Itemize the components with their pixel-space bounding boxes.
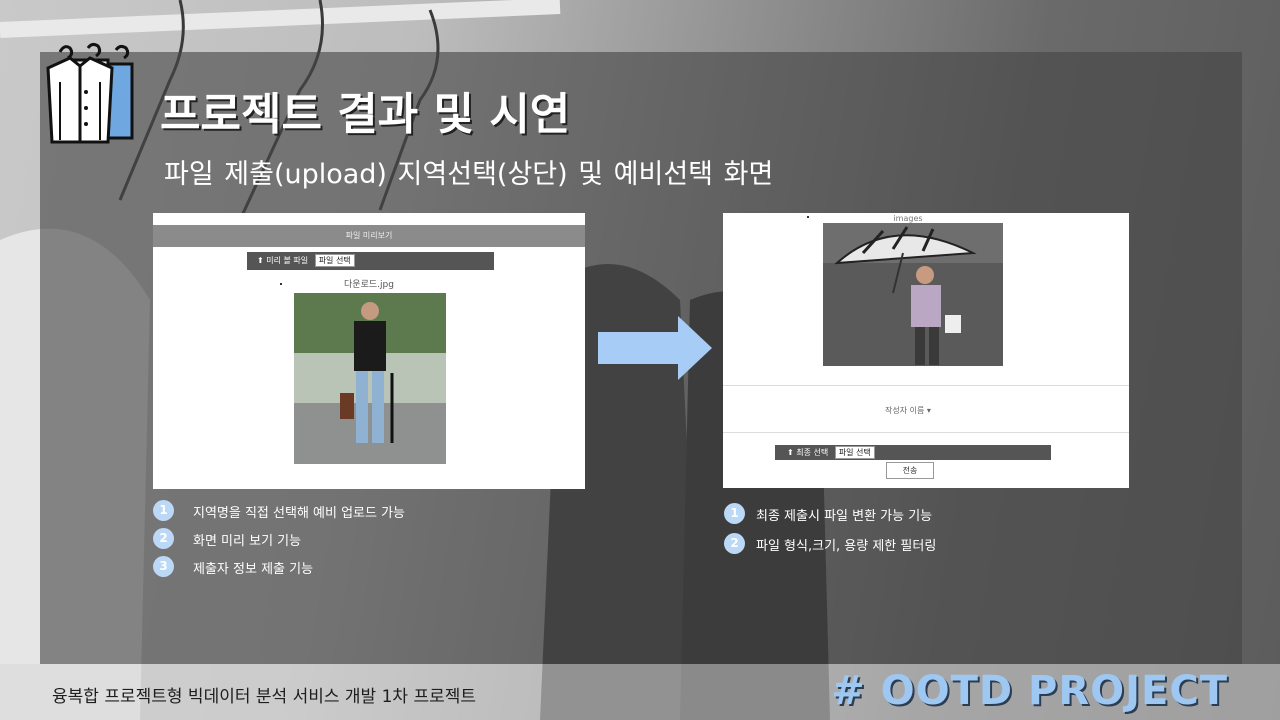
preview-header: 파일 미리보기 <box>153 225 585 247</box>
right-arrow-icon <box>598 316 712 380</box>
author-name-dropdown[interactable]: 작성자 이름 ▾ <box>723 405 1093 416</box>
feature-text: 지역명을 직접 선택해 예비 업로드 가능 <box>193 506 406 521</box>
images-label: images <box>893 214 923 223</box>
hanging-clothes-icon <box>46 42 134 144</box>
final-file-select-button[interactable]: 파일 선택 <box>834 446 875 459</box>
slide-subtitle: 파일 제출(upload) 지역선택(상단) 및 예비선택 화면 <box>164 159 774 190</box>
upload-preview-screenshot: 파일 미리보기 ⬆ 미리 볼 파일 파일 선택 다운로드.jpg <box>153 213 585 489</box>
upload-icon: ⬆ <box>787 448 794 457</box>
upload-bar: ⬆ 미리 볼 파일 파일 선택 <box>247 252 494 270</box>
submitted-photo <box>823 223 1003 366</box>
uploaded-filename: 다운로드.jpg <box>344 280 394 290</box>
divider <box>723 385 1129 386</box>
divider <box>723 432 1129 433</box>
preview-photo <box>294 293 446 464</box>
upload-icon: ⬆ <box>257 256 264 265</box>
number-badge: 2 <box>724 533 745 554</box>
final-submit-screenshot: images 작성자 이름 ▾ ⬆ 최종 선택 파일 선택 전송 <box>723 213 1129 488</box>
number-badge: 3 <box>153 556 174 577</box>
submit-button[interactable]: 전송 <box>886 462 934 479</box>
feature-text: 제출자 정보 제출 기능 <box>193 562 314 577</box>
upload-label: 미리 볼 파일 <box>266 256 309 265</box>
slide-title: 프로젝트 결과 및 시연 <box>160 89 571 140</box>
number-badge: 2 <box>153 528 174 549</box>
project-brand: # OOTD PROJECT <box>831 668 1228 714</box>
final-upload-bar: ⬆ 최종 선택 파일 선택 <box>775 445 1051 460</box>
number-badge: 1 <box>153 500 174 521</box>
course-name: 융복합 프로젝트형 빅데이터 분석 서비스 개발 1차 프로젝트 <box>52 687 477 707</box>
feature-text: 파일 형식,크기, 용량 제한 필터링 <box>756 539 937 554</box>
number-badge: 1 <box>724 503 745 524</box>
feature-text: 최종 제출시 파일 변환 가능 기능 <box>756 509 933 524</box>
feature-text: 화면 미리 보기 기능 <box>193 534 302 549</box>
final-upload-label: 최종 선택 <box>796 448 829 457</box>
file-select-button[interactable]: 파일 선택 <box>314 254 355 267</box>
